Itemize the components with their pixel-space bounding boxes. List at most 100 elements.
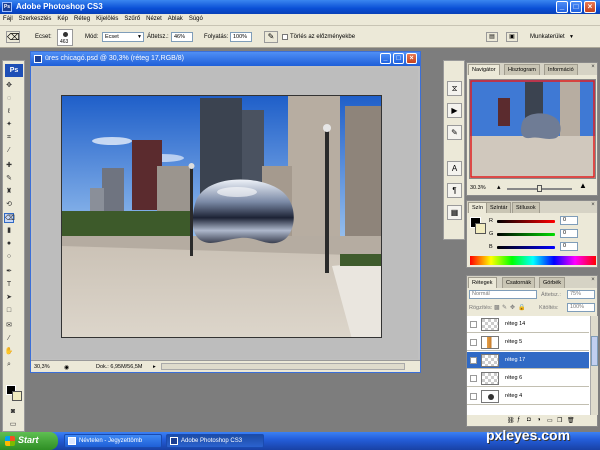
status-chevron-icon[interactable]: ▸ — [153, 364, 156, 370]
tab-styles[interactable]: Stílusok — [512, 202, 540, 213]
red-slider[interactable] — [497, 220, 555, 223]
lock-all-icon[interactable]: 🔒 — [518, 304, 525, 311]
flow-input[interactable]: 100% — [230, 32, 252, 42]
maximize-button[interactable]: □ — [570, 1, 582, 13]
lock-transparency-icon[interactable]: ▩ — [494, 304, 500, 311]
eraser-tool-preset-icon[interactable]: ⌫ — [6, 31, 20, 43]
visibility-toggle[interactable] — [470, 357, 477, 364]
tab-navigator[interactable]: Navigátor — [468, 64, 500, 75]
adjustment-layer-icon[interactable]: ◑ — [537, 417, 541, 423]
screen-mode-icon[interactable]: ▭ — [8, 420, 18, 430]
notes-tool-icon[interactable]: ✉ — [4, 321, 14, 331]
crop-tool-icon[interactable]: ⌗ — [4, 133, 14, 143]
type-tool-icon[interactable]: T — [4, 280, 14, 290]
brush-picker[interactable]: 463 — [57, 29, 73, 46]
color-spectrum-bar[interactable] — [470, 256, 596, 265]
move-tool-icon[interactable]: ✥ — [4, 81, 14, 91]
new-layer-icon[interactable]: ❐ — [557, 417, 562, 424]
history-brush-icon[interactable]: ⟲ — [4, 200, 14, 210]
paragraph-panel-icon[interactable]: ¶ — [447, 183, 462, 198]
clone-stamp-icon[interactable]: ♜ — [4, 187, 14, 197]
minimize-button[interactable]: _ — [556, 1, 568, 13]
airbrush-icon[interactable]: ✎ — [264, 31, 278, 43]
doc-minimize-button[interactable]: _ — [380, 53, 391, 64]
shape-tool-icon[interactable]: □ — [4, 306, 14, 316]
fill-input[interactable]: 100% — [567, 303, 595, 312]
zoom-readout[interactable]: 30,3% — [34, 364, 50, 370]
close-button[interactable]: × — [584, 1, 596, 13]
navigator-zoom-slider[interactable] — [507, 185, 572, 192]
panel-close-icon[interactable]: × — [589, 277, 597, 285]
layer-row-selected[interactable]: réteg 17 — [467, 352, 589, 369]
background-color-swatch[interactable] — [12, 391, 22, 401]
tab-channels[interactable]: Csatornák — [502, 277, 536, 288]
layer-row[interactable]: réteg 5 — [467, 334, 589, 351]
zoom-out-icon[interactable]: ▴ — [497, 183, 501, 191]
blue-slider[interactable] — [497, 246, 555, 249]
menu-layer[interactable]: Réteg — [71, 14, 93, 22]
new-group-icon[interactable]: ▭ — [547, 417, 553, 424]
workspace-menu[interactable]: Munkaterület — [530, 34, 565, 40]
layer-row[interactable]: réteg 14 — [467, 316, 589, 333]
zoom-in-icon[interactable]: ▲ — [579, 181, 587, 190]
panel-close-icon[interactable]: × — [589, 64, 597, 72]
doc-maximize-button[interactable]: □ — [393, 53, 404, 64]
healing-brush-icon[interactable]: ✚ — [4, 161, 14, 171]
tab-paths[interactable]: Görbék — [539, 277, 566, 288]
eyedropper-sample-icon[interactable]: ⁄ — [4, 334, 14, 344]
layer-row[interactable]: réteg 6 — [467, 370, 589, 387]
layer-comps-icon[interactable]: ▦ — [447, 205, 462, 220]
green-slider[interactable] — [497, 233, 555, 236]
horizontal-scrollbar[interactable] — [161, 363, 405, 370]
taskbar-item-photoshop[interactable]: Adobe Photoshop CS3 — [166, 434, 264, 448]
menu-image[interactable]: Kép — [54, 14, 71, 22]
lock-pixels-icon[interactable]: ✎ — [502, 304, 507, 311]
tab-layers[interactable]: Rétegek — [468, 277, 497, 288]
trash-icon[interactable]: 🗑 — [567, 417, 575, 424]
pen-tool-icon[interactable]: ✒ — [4, 267, 14, 277]
magic-wand-icon[interactable]: ✦ — [4, 120, 14, 130]
color-bg-swatch[interactable] — [475, 223, 486, 234]
canvas-image[interactable] — [61, 95, 382, 338]
lock-position-icon[interactable]: ✥ — [510, 304, 515, 311]
scrollbar-thumb[interactable] — [591, 336, 598, 366]
blend-mode-select[interactable]: Normál — [469, 290, 537, 299]
tab-histogram[interactable]: Hisztogram — [504, 64, 540, 75]
bridge-icon[interactable]: ▣ — [506, 32, 518, 42]
tool-presets-icon[interactable]: ✎ — [447, 125, 462, 140]
doc-close-button[interactable]: × — [406, 53, 417, 64]
link-layers-icon[interactable]: ⛓ — [507, 417, 515, 424]
marquee-tool-icon[interactable]: ◌ — [4, 94, 14, 104]
layer-mask-icon[interactable]: ◘ — [527, 417, 531, 423]
palette-well-icon[interactable]: ▤ — [486, 32, 498, 42]
eyedropper-icon[interactable]: ⁄ — [4, 146, 14, 156]
taskbar-item-notepad[interactable]: Névtelen - Jegyzettömb — [64, 434, 162, 448]
eraser-tool-icon[interactable]: ⌫ — [4, 213, 15, 223]
layer-opacity-input[interactable]: 75% — [567, 290, 595, 299]
green-input[interactable]: 0 — [560, 229, 578, 238]
mode-select[interactable]: Ecset ▼ — [102, 32, 144, 42]
erase-history-checkbox[interactable] — [282, 34, 288, 40]
red-input[interactable]: 0 — [560, 216, 578, 225]
dodge-tool-icon[interactable]: ○ — [4, 252, 14, 262]
menu-help[interactable]: Súgó — [186, 14, 206, 22]
visibility-toggle[interactable] — [470, 339, 477, 346]
visibility-toggle[interactable] — [470, 393, 477, 400]
tab-color[interactable]: Szín — [468, 202, 488, 213]
panel-close-icon[interactable]: × — [589, 202, 597, 210]
path-selection-icon[interactable]: ➤ — [4, 293, 14, 303]
opacity-input[interactable]: 46% — [171, 32, 193, 42]
quick-mask-icon[interactable]: ◙ — [8, 407, 18, 417]
actions-panel-icon[interactable]: ▶ — [447, 103, 462, 118]
tab-swatches[interactable]: Színtár — [486, 202, 512, 213]
lasso-tool-icon[interactable]: ℓ — [4, 107, 14, 117]
menu-view[interactable]: Nézet — [143, 14, 165, 22]
character-panel-icon[interactable]: A — [447, 161, 462, 176]
blur-tool-icon[interactable]: ● — [4, 239, 14, 249]
slider-handle[interactable] — [537, 185, 542, 192]
status-menu-icon[interactable]: ◉ — [64, 364, 69, 371]
blue-input[interactable]: 0 — [560, 242, 578, 251]
canvas-area[interactable] — [33, 68, 418, 359]
menu-window[interactable]: Ablak — [165, 14, 186, 22]
menu-select[interactable]: Kijelölés — [93, 14, 121, 22]
